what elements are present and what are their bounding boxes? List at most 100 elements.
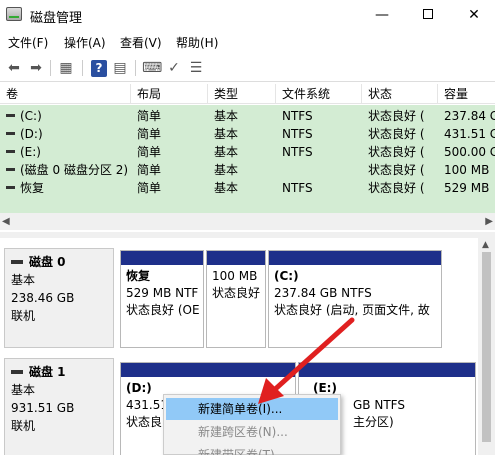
toolbar-separator: [82, 60, 83, 76]
partition-bar: [269, 251, 441, 265]
scrollbar-thumb[interactable]: [482, 252, 491, 442]
volume-name: (C:): [20, 109, 42, 123]
toolbar-separator: [50, 60, 51, 76]
scroll-left-icon[interactable]: ◀: [2, 216, 10, 227]
capacity-cell: 237.84 G: [444, 109, 495, 123]
list-icon[interactable]: ☰: [186, 58, 206, 78]
column-volume[interactable]: 卷: [0, 84, 131, 104]
partition-status: 状态良好 (启动, 页面文件, 故: [274, 303, 430, 317]
table-row[interactable]: (E:) 简单 基本 NTFS 状态良好 ( 500.00 G: [0, 143, 495, 161]
scroll-right-icon[interactable]: ▶: [485, 216, 493, 227]
menu-action[interactable]: 操作(A): [64, 34, 106, 51]
partition-body: (C:) 237.84 GB NTFS 状态良好 (启动, 页面文件, 故: [269, 265, 441, 322]
disk-name-text: 磁盘 0: [29, 255, 66, 269]
partition-bar: [207, 251, 265, 265]
menu-new-simple-volume[interactable]: 新建简单卷(I)...: [166, 398, 338, 420]
partition-bar: [121, 363, 295, 377]
volume-cell: 恢复: [0, 179, 131, 197]
status-cell: 状态良好 (: [368, 163, 425, 177]
partition-size: 100 MB: [212, 269, 258, 283]
layout-cell: 简单: [137, 181, 162, 195]
disk-1-label[interactable]: 磁盘 1 基本 931.51 GB 联机: [4, 358, 114, 455]
layout-cell: 简单: [137, 109, 162, 123]
volume-list: 卷 布局 类型 文件系统 状态 容量 (C:) 简单 基本 NTFS 状态良好 …: [0, 84, 495, 232]
status-cell: 状态良好 (: [368, 145, 425, 159]
partition-size: 237.84 GB NTFS: [274, 286, 372, 300]
volume-cell: (E:): [0, 143, 131, 161]
context-menu: 新建简单卷(I)... 新建跨区卷(N)... 新建带区卷(T)...: [163, 394, 341, 455]
partition-body: 100 MB 状态良好: [207, 265, 265, 305]
drive-icon: [6, 168, 15, 171]
drive-icon: [6, 114, 15, 117]
table-row[interactable]: 恢复 简单 基本 NTFS 状态良好 ( 529 MB: [0, 179, 495, 197]
minimize-button[interactable]: —: [359, 0, 405, 30]
column-layout[interactable]: 布局: [131, 84, 208, 104]
capacity-cell: 100 MB: [444, 163, 490, 177]
menu-new-spanned-volume[interactable]: 新建跨区卷(N)...: [166, 421, 338, 443]
menu-bar: 文件(F) 操作(A) 查看(V) 帮助(H): [0, 30, 495, 54]
horizontal-scrollbar[interactable]: ◀ ▶: [0, 213, 495, 230]
partition-status: 状态良好: [212, 286, 261, 300]
partition-recovery[interactable]: 恢复 529 MB NTF 状态良好 (OE: [120, 250, 204, 348]
help-icon[interactable]: ?: [91, 60, 107, 77]
toolbar: ⬅ ➡ ▦ ? ▤ ⌨ ✓ ☰: [0, 54, 495, 82]
maximize-button[interactable]: [405, 0, 451, 30]
partition-name: 恢复: [126, 269, 151, 283]
fs-cell: NTFS: [282, 109, 313, 123]
partition-bar: [299, 363, 475, 377]
volume-cell: (C:): [0, 107, 131, 125]
table-row[interactable]: (磁盘 0 磁盘分区 2) 简单 基本 状态良好 ( 100 MB: [0, 161, 495, 179]
scroll-up-icon[interactable]: ▲: [482, 240, 489, 250]
type-cell: 基本: [214, 181, 239, 195]
layout-cell: 简单: [137, 127, 162, 141]
properties-icon[interactable]: ▤: [110, 58, 130, 78]
window-title: 磁盘管理: [30, 11, 83, 26]
volume-cell: (磁盘 0 磁盘分区 2): [0, 161, 131, 179]
column-capacity[interactable]: 容量: [438, 84, 495, 104]
column-filesystem[interactable]: 文件系统: [276, 84, 362, 104]
menu-file[interactable]: 文件(F): [8, 34, 48, 51]
disk-name-text: 磁盘 1: [29, 365, 66, 379]
drive-icon: [6, 186, 15, 189]
disk-status: 联机: [11, 419, 36, 433]
fs-cell: NTFS: [282, 181, 313, 195]
volume-list-body: (C:) 简单 基本 NTFS 状态良好 ( 237.84 G (D:) 简单 …: [0, 105, 495, 213]
column-type[interactable]: 类型: [208, 84, 276, 104]
disk-name: 磁盘 0: [11, 253, 107, 271]
disk-management-icon: [6, 7, 22, 21]
forward-icon[interactable]: ➡: [26, 58, 46, 78]
status-cell: 状态良好 (: [368, 181, 425, 195]
table-row[interactable]: (C:) 简单 基本 NTFS 状态良好 ( 237.84 G: [0, 107, 495, 125]
column-status[interactable]: 状态: [362, 84, 438, 104]
fs-cell: NTFS: [282, 127, 313, 141]
partition-size: 529 MB NTF: [126, 286, 199, 300]
disk-size: 931.51 GB: [11, 401, 75, 415]
status-cell: 状态良好 (: [368, 127, 425, 141]
back-icon[interactable]: ⬅: [4, 58, 24, 78]
grid-icon[interactable]: ▦: [56, 58, 76, 78]
menu-new-striped-volume[interactable]: 新建带区卷(T)...: [166, 444, 338, 455]
menu-view[interactable]: 查看(V): [120, 34, 162, 51]
connect-icon[interactable]: ⌨: [142, 58, 162, 78]
maximize-icon: [423, 9, 433, 19]
type-cell: 基本: [214, 145, 239, 159]
volume-name: (E:): [20, 145, 41, 159]
vertical-scrollbar[interactable]: ▲: [478, 238, 495, 455]
table-row[interactable]: (D:) 简单 基本 NTFS 状态良好 ( 431.51 G: [0, 125, 495, 143]
partition-body: 恢复 529 MB NTF 状态良好 (OE: [121, 265, 203, 322]
disk-status: 联机: [11, 309, 36, 323]
drive-icon: [6, 150, 15, 153]
volume-cell: (D:): [0, 125, 131, 143]
layout-cell: 简单: [137, 145, 162, 159]
fs-cell: NTFS: [282, 145, 313, 159]
status-cell: 状态良好 (: [368, 109, 425, 123]
partition-c[interactable]: (C:) 237.84 GB NTFS 状态良好 (启动, 页面文件, 故: [268, 250, 442, 348]
disk-0-label[interactable]: 磁盘 0 基本 238.46 GB 联机: [4, 248, 114, 348]
volume-name: (磁盘 0 磁盘分区 2): [20, 163, 129, 177]
close-button[interactable]: ✕: [451, 0, 495, 30]
partition-system[interactable]: 100 MB 状态良好: [206, 250, 266, 348]
disk-icon: [11, 260, 23, 264]
disk-type: 基本: [11, 383, 36, 397]
menu-help[interactable]: 帮助(H): [176, 34, 218, 51]
check-icon[interactable]: ✓: [164, 58, 184, 78]
